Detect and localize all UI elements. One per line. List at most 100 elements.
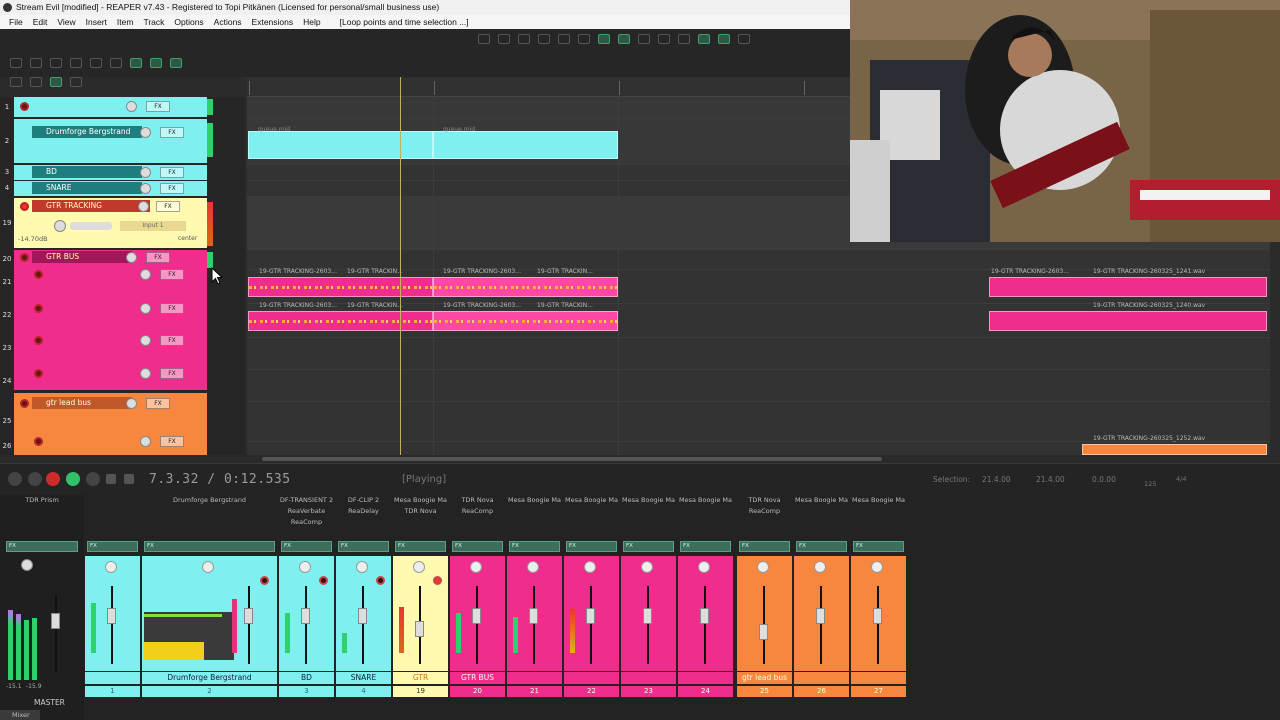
fx-chain-label[interactable]: Drumforge Bergstrand — [141, 495, 278, 525]
track-3[interactable]: BD FX — [14, 165, 207, 180]
play-cursor[interactable] — [400, 77, 401, 455]
fx-chain-label[interactable]: TDR Nova ReaComp — [736, 495, 793, 525]
metronome-icon[interactable] — [10, 77, 22, 87]
volume-fader[interactable] — [529, 608, 538, 624]
pan-knob[interactable] — [54, 220, 66, 232]
menu-actions[interactable]: Actions — [209, 15, 247, 29]
tempo-display[interactable]: 125 — [1144, 480, 1156, 488]
toolbar2-save-icon[interactable] — [518, 34, 530, 44]
fx-slot[interactable]: FX — [796, 541, 847, 552]
toolbar2-redo-icon[interactable] — [578, 34, 590, 44]
record-arm-button[interactable] — [34, 336, 43, 345]
audio-item[interactable] — [433, 277, 618, 297]
pan-knob[interactable] — [757, 561, 769, 573]
volume-knob[interactable] — [140, 303, 151, 314]
fx-chain-label[interactable]: Mesa Boogie Ma — [620, 495, 677, 525]
fx-chain-label[interactable]: DF-CLIP 2 ReaDelay — [335, 495, 392, 525]
pan-knob[interactable] — [527, 561, 539, 573]
volume-fader[interactable] — [643, 608, 652, 624]
fx-slot[interactable]: FX — [338, 541, 389, 552]
envelope-icon[interactable] — [70, 77, 82, 87]
pan-knob[interactable] — [470, 561, 482, 573]
pan-knob[interactable] — [413, 561, 425, 573]
menu-loop-selection[interactable]: [Loop points and time selection ...] — [326, 15, 474, 29]
toolbar2-new-icon[interactable] — [478, 34, 490, 44]
fx-button[interactable]: FX — [160, 127, 184, 138]
pan-knob[interactable] — [814, 561, 826, 573]
redo-icon[interactable] — [110, 58, 122, 68]
repeat-button[interactable] — [86, 472, 100, 486]
selection-length[interactable]: 0.0.00 — [1092, 475, 1116, 484]
volume-fader[interactable] — [244, 608, 253, 624]
fx-button[interactable]: FX — [146, 398, 170, 409]
record-arm-button[interactable] — [34, 270, 43, 279]
track-name[interactable]: GTR BUS — [32, 251, 132, 263]
track-name[interactable]: gtr lead bus — [32, 397, 132, 409]
volume-knob[interactable] — [140, 335, 151, 346]
volume-fader[interactable] — [107, 608, 116, 624]
pan-knob[interactable] — [584, 561, 596, 573]
record-arm-button[interactable] — [20, 253, 29, 262]
pan-knob[interactable] — [698, 561, 710, 573]
record-arm-button[interactable] — [260, 576, 269, 585]
record-arm-button[interactable] — [319, 576, 328, 585]
toolbar2-metronome-icon[interactable] — [678, 34, 690, 44]
fx-chain-label[interactable]: Mesa Boogie Ma — [677, 495, 734, 525]
record-arm-button[interactable] — [433, 576, 442, 585]
timeline-ruler[interactable] — [247, 77, 850, 97]
record-arm-button[interactable] — [20, 399, 29, 408]
master-fx-slot[interactable]: FX — [6, 541, 78, 552]
toolbar2-snap-icon[interactable] — [598, 34, 610, 44]
go-to-start-button[interactable] — [8, 472, 22, 486]
fx-button[interactable]: FX — [156, 201, 180, 212]
toolbar2-loop-icon[interactable] — [698, 34, 710, 44]
fx-button[interactable]: FX — [160, 436, 184, 447]
track-4[interactable]: SNARE FX — [14, 181, 207, 196]
record-arm-button[interactable] — [20, 202, 29, 211]
record-arm-button[interactable] — [20, 102, 29, 111]
undo-icon[interactable] — [90, 58, 102, 68]
grid-snap-icon[interactable] — [130, 58, 142, 68]
track-name[interactable]: Drumforge Bergstrand — [32, 126, 142, 138]
ripple-edit-icon[interactable] — [150, 58, 162, 68]
volume-fader[interactable] — [301, 608, 310, 624]
track-1[interactable]: FX — [14, 97, 213, 117]
fx-chain-label[interactable]: Mesa Boogie Ma — [850, 495, 907, 525]
menu-help[interactable]: Help — [298, 15, 325, 29]
record-arm-button[interactable] — [376, 576, 385, 585]
record-button[interactable] — [46, 472, 60, 486]
auto-crossfade-icon[interactable] — [170, 58, 182, 68]
fx-chain-label[interactable]: DF-TRANSIENT 2 ReaVerbate ReaComp — [278, 495, 335, 525]
audio-item[interactable] — [433, 311, 618, 331]
pan-knob[interactable] — [871, 561, 883, 573]
fx-button[interactable]: FX — [160, 368, 184, 379]
audio-item[interactable] — [248, 277, 433, 297]
midi-item[interactable]: queue.mid — [248, 131, 433, 159]
fx-chain-label[interactable]: TDR Nova ReaComp — [449, 495, 506, 525]
mixer-tab[interactable]: Mixer — [0, 710, 40, 720]
track-name[interactable]: GTR TRACKING — [32, 200, 150, 212]
volume-fader[interactable] — [873, 608, 882, 624]
lock-icon[interactable] — [50, 77, 62, 87]
menu-insert[interactable]: Insert — [81, 15, 112, 29]
fx-slot[interactable]: FX — [452, 541, 503, 552]
fx-button[interactable]: FX — [146, 252, 170, 263]
pan-knob[interactable] — [641, 561, 653, 573]
loop-icon[interactable] — [30, 77, 42, 87]
settings-icon[interactable] — [70, 58, 82, 68]
volume-knob[interactable] — [140, 436, 151, 447]
track-20[interactable]: GTR BUS FX FX FX FX FX — [14, 250, 213, 390]
fx-slot[interactable]: FX — [566, 541, 617, 552]
selection-start[interactable]: 21.4.00 — [982, 475, 1011, 484]
fx-button[interactable]: FX — [160, 183, 184, 194]
volume-knob[interactable] — [126, 398, 137, 409]
horizontal-scrollbar[interactable] — [247, 455, 1270, 463]
track-19[interactable]: GTR TRACKING FX Input 1 -14.70dB center — [14, 198, 213, 248]
volume-knob[interactable] — [138, 201, 149, 212]
midi-item[interactable]: queue.mid — [433, 131, 618, 159]
track-name[interactable]: SNARE — [32, 182, 142, 194]
toolbar2-ripple-icon[interactable] — [618, 34, 630, 44]
volume-knob[interactable] — [140, 167, 151, 178]
record-arm-button[interactable] — [34, 437, 43, 446]
volume-knob[interactable] — [126, 101, 137, 112]
